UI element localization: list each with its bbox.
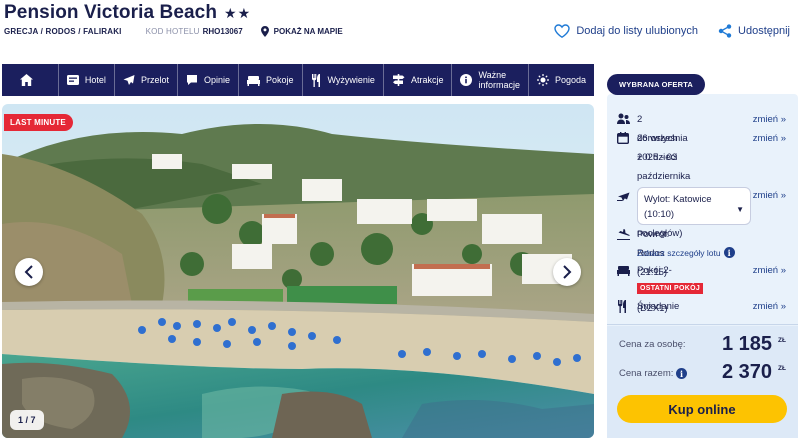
plane-icon: [123, 75, 135, 85]
hotel-title: Pension Victoria Beach: [4, 2, 218, 23]
sun-icon: [536, 74, 549, 86]
last-room-badge: OSTATNI POKÓJ: [637, 283, 704, 294]
gallery-counter: 1 / 7: [10, 410, 44, 430]
price-per-person-label: Cena za osobę:: [619, 339, 686, 350]
price-per-person-currency: ZŁ: [778, 337, 786, 344]
change-room-link[interactable]: zmień: [753, 265, 786, 276]
nav-board-label: Wyżywienie: [327, 75, 375, 85]
fork-knife-icon: [311, 73, 320, 87]
gallery-next-button[interactable]: [553, 258, 581, 286]
bed-icon: [246, 75, 260, 86]
caret-down-icon: ▼: [736, 205, 744, 214]
nav-hotel[interactable]: Hotel: [59, 64, 115, 96]
dates-line1: 26 września 2025 - 03: [637, 133, 688, 163]
selected-offer-tag: WYBRANA OFERTA: [607, 74, 706, 95]
nav-rooms-label: Pokoje: [265, 75, 294, 85]
nav-important-info-line1: Ważne: [478, 70, 507, 80]
hotel-stars: ★★: [224, 4, 252, 21]
nav-hotel-label: Hotel: [84, 75, 106, 85]
nav-flight-label: Przelot: [140, 75, 169, 85]
divider: [607, 324, 798, 325]
price-total-currency: ZŁ: [778, 365, 786, 372]
info-icon: [460, 74, 473, 86]
selected-offer-panel: WYBRANA OFERTA 2 dorosłych + 0 dzieci zm…: [607, 74, 798, 438]
share-icon: [718, 24, 732, 38]
people-icon: [617, 113, 630, 124]
price-total-label: Cena razem:: [619, 368, 674, 379]
last-minute-badge: LAST MINUTE: [4, 114, 73, 131]
nav-board[interactable]: Wyżywienie: [303, 64, 384, 96]
section-nav: Hotel Przelot Opinie Pokoje Wyżywienie A…: [2, 64, 594, 96]
flight-details-label: Zobacz szczegóły lotu: [637, 247, 721, 258]
hotel-code-value: RHO13067: [202, 27, 243, 36]
change-board-link[interactable]: zmień: [753, 301, 786, 312]
plane-departure-icon: [617, 192, 630, 201]
chevron-left-icon: [24, 265, 33, 279]
breadcrumb[interactable]: GRECJA / RODOS / FALIRAKI: [4, 27, 122, 36]
nav-weather-label: Pogoda: [554, 75, 586, 85]
nav-flight[interactable]: Przelot: [115, 64, 178, 96]
map-pin-icon: [260, 26, 269, 37]
nav-home[interactable]: [2, 64, 59, 96]
heart-icon: [554, 24, 571, 38]
title-row: Pension Victoria Beach ★★: [4, 2, 251, 24]
nav-important-info[interactable]: Ważne informacje: [452, 64, 529, 96]
nav-important-info-label: Ważne informacje: [478, 70, 520, 90]
nav-attractions-label: Atrakcje: [410, 75, 444, 85]
signpost-icon: [392, 74, 405, 86]
change-departure-link[interactable]: zmień: [753, 190, 786, 201]
departure-line2: (10:10): [644, 209, 675, 220]
nav-weather[interactable]: Pogoda: [529, 64, 594, 96]
nav-reviews[interactable]: Opinie: [178, 64, 239, 96]
add-to-favorites-button[interactable]: Dodaj do listy ulubionych: [554, 24, 698, 38]
hotel-header: Pension Victoria Beach ★★ GRECJA / RODOS…: [2, 0, 798, 62]
show-on-map-link[interactable]: POKAŻ NA MAPIE: [260, 26, 343, 37]
hotel-photo: [2, 104, 594, 438]
change-travelers-link[interactable]: zmień: [753, 114, 786, 125]
home-icon: [20, 74, 34, 86]
buy-online-button[interactable]: Kup online: [617, 395, 787, 423]
nav-important-info-line2: informacje: [478, 80, 520, 90]
nav-reviews-label: Opinie: [203, 75, 230, 85]
photo-gallery[interactable]: LAST MINUTE 1 / 7: [2, 104, 594, 438]
board-text: Śniadanie: [637, 301, 680, 312]
calendar-icon: [617, 132, 629, 144]
show-on-map-label: POKAŻ NA MAPIE: [273, 27, 343, 36]
hotel-card-icon: [66, 75, 79, 85]
chat-bubble-icon: [186, 75, 197, 85]
departure-line1: Wylot: Katowice: [644, 194, 712, 205]
header-actions: Dodaj do listy ulubionych Udostępnij: [534, 24, 790, 38]
gallery-prev-button[interactable]: [15, 258, 43, 286]
plane-arrival-icon: [617, 229, 630, 240]
price-info-icon[interactable]: i: [676, 368, 687, 379]
departure-airport-select[interactable]: Wylot: Katowice (10:10) ▼: [637, 187, 751, 225]
change-dates-link[interactable]: zmień: [753, 133, 786, 144]
flight-details-link[interactable]: Zobacz szczegóły lotu i: [637, 247, 735, 258]
add-to-favorites-label: Dodaj do listy ulubionych: [576, 25, 699, 37]
nav-attractions[interactable]: Atrakcje: [384, 64, 453, 96]
price-per-person-value: 1 185: [721, 333, 772, 355]
info-icon: i: [723, 247, 735, 258]
hotel-meta: GRECJA / RODOS / FALIRAKI KOD HOTELU RHO…: [4, 26, 343, 37]
share-button[interactable]: Udostępnij: [718, 24, 790, 38]
nav-rooms[interactable]: Pokoje: [239, 64, 303, 96]
fork-knife-icon: [618, 300, 626, 313]
bed-icon: [617, 266, 630, 276]
chevron-right-icon: [563, 265, 572, 279]
price-total-value: 2 370: [721, 361, 772, 383]
hotel-code-label: KOD HOTELU: [145, 27, 200, 36]
share-label: Udostępnij: [738, 25, 790, 37]
